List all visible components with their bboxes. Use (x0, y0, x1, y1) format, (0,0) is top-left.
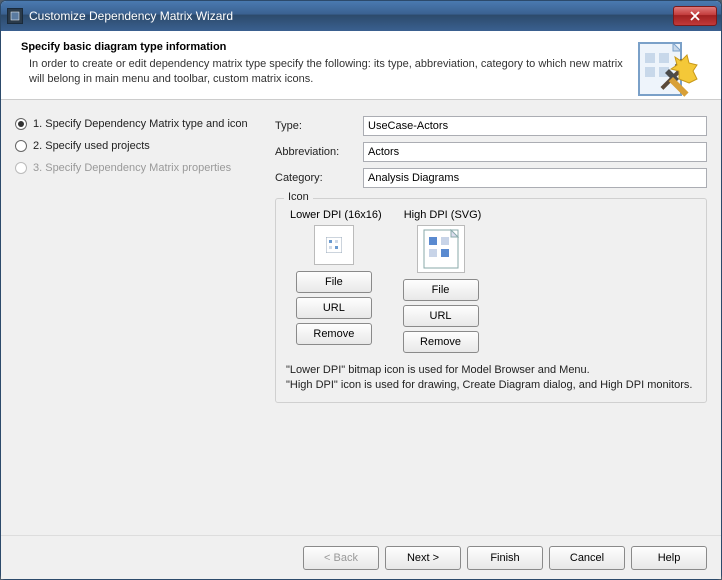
finish-button[interactable]: Finish (467, 546, 543, 570)
category-input[interactable] (363, 168, 707, 188)
header-description: In order to create or edit dependency ma… (21, 57, 625, 87)
wizard-header-icon (633, 39, 705, 111)
high-dpi-label: High DPI (SVG) (400, 209, 482, 221)
lower-dpi-col: Lower DPI (16x16) File URL (286, 209, 382, 357)
type-row: Type: (275, 116, 707, 136)
matrix-icon (326, 237, 342, 253)
abbrev-label: Abbreviation: (275, 146, 363, 158)
category-row: Category: (275, 168, 707, 188)
step-1[interactable]: 1. Specify Dependency Matrix type and ic… (15, 118, 261, 130)
abbrev-input[interactable] (363, 142, 707, 162)
help-button[interactable]: Help (631, 546, 707, 570)
cancel-button[interactable]: Cancel (549, 546, 625, 570)
high-dpi-url-button[interactable]: URL (403, 305, 479, 327)
type-label: Type: (275, 120, 363, 132)
back-button: < Back (303, 546, 379, 570)
radio-icon (15, 162, 27, 174)
step-label: 3. Specify Dependency Matrix properties (33, 162, 231, 174)
form-panel: Type: Abbreviation: Category: Icon Lower… (275, 116, 707, 523)
lower-dpi-file-button[interactable]: File (296, 271, 372, 293)
wizard-window: Customize Dependency Matrix Wizard Speci… (0, 0, 722, 580)
lower-dpi-preview (314, 225, 354, 265)
lower-dpi-label: Lower DPI (16x16) (286, 209, 382, 221)
titlebar: Customize Dependency Matrix Wizard (1, 1, 721, 31)
matrix-icon (423, 229, 459, 269)
body-panel: 1. Specify Dependency Matrix type and ic… (1, 100, 721, 535)
high-dpi-file-button[interactable]: File (403, 279, 479, 301)
type-input[interactable] (363, 116, 707, 136)
hint-line-2: "High DPI" icon is used for drawing, Cre… (286, 378, 696, 393)
abbrev-row: Abbreviation: (275, 142, 707, 162)
app-icon (7, 8, 23, 24)
header-text: Specify basic diagram type information I… (21, 41, 705, 87)
radio-icon (15, 140, 27, 152)
lower-dpi-remove-button[interactable]: Remove (296, 323, 372, 345)
radio-icon (15, 118, 27, 130)
steps-panel: 1. Specify Dependency Matrix type and ic… (15, 116, 261, 523)
window-title: Customize Dependency Matrix Wizard (29, 9, 673, 23)
close-button[interactable] (673, 6, 717, 26)
step-label: 1. Specify Dependency Matrix type and ic… (33, 118, 248, 130)
lower-dpi-url-button[interactable]: URL (296, 297, 372, 319)
next-button[interactable]: Next > (385, 546, 461, 570)
high-dpi-col: High DPI (SVG) File (400, 209, 482, 357)
icon-legend: Icon (284, 191, 313, 203)
header-panel: Specify basic diagram type information I… (1, 31, 721, 100)
high-dpi-remove-button[interactable]: Remove (403, 331, 479, 353)
header-title: Specify basic diagram type information (21, 41, 625, 53)
high-dpi-preview (417, 225, 465, 273)
close-icon (689, 11, 701, 21)
step-3: 3. Specify Dependency Matrix properties (15, 162, 261, 174)
icon-columns: Lower DPI (16x16) File URL (286, 209, 696, 357)
hint-line-1: "Lower DPI" bitmap icon is used for Mode… (286, 363, 696, 378)
icon-hint: "Lower DPI" bitmap icon is used for Mode… (286, 363, 696, 393)
step-label: 2. Specify used projects (33, 140, 150, 152)
step-2[interactable]: 2. Specify used projects (15, 140, 261, 152)
footer: < Back Next > Finish Cancel Help (1, 535, 721, 579)
category-label: Category: (275, 172, 363, 184)
icon-fieldset: Icon Lower DPI (16x16) (275, 198, 707, 404)
